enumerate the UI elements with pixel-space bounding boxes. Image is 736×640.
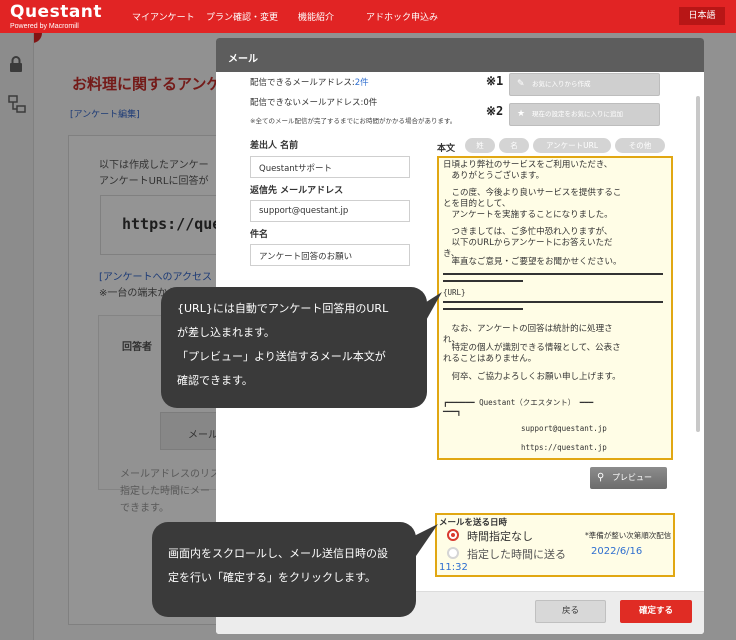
callout-line: 定を行い「確定する」をクリックします。 (168, 571, 376, 584)
subject-label: 件名 (250, 230, 269, 240)
modal-header: メール (216, 38, 704, 72)
star-icon: ★ (517, 109, 526, 119)
body-divider (443, 308, 523, 310)
reply-to-input[interactable]: support@questant.jp (250, 200, 410, 222)
language-selector[interactable]: 日本語 (679, 7, 725, 25)
magnifier-icon: ⚲ (597, 472, 605, 483)
body-divider (443, 280, 523, 282)
sendable-count-link[interactable]: 2件 (355, 78, 369, 88)
no-time-label: 時間指定なし (467, 530, 533, 543)
scroll-callout: 画面内をスクロールし、メール送信日時の設 定を行い「確定する」をクリックします。 (152, 522, 416, 617)
callout-line: 確認できます。 (177, 374, 253, 387)
questant-logo[interactable]: Questant Powered by Macromill (8, 2, 112, 35)
url-placeholder: {URL} (443, 288, 466, 297)
mail-body-textarea[interactable]: 日頃より弊社のサービスをご利用いただき、 ありがとうございます。 この度、今後よ… (437, 156, 673, 460)
callout-line: 「プレビュー」より送信するメール本文が (177, 350, 386, 363)
preview-button[interactable]: ⚲ プレビュー (590, 467, 667, 489)
callout-line: 画面内をスクロールし、メール送信日時の設 (168, 547, 388, 560)
nav-features[interactable]: 機能紹介 (298, 10, 334, 23)
body-line: 率直なご意見・ご要望をお聞かせください。 (443, 257, 622, 267)
modal-title: メール (228, 54, 258, 65)
unsendable-count: 配信できないメールアドレス:0件 (250, 98, 378, 108)
create-from-favorite-button[interactable]: ✎ お気に入りから作成 (509, 73, 660, 96)
nav-plan[interactable]: プラン確認・変更 (206, 10, 278, 23)
signature-border: ┏━━━━━━ Questant（クエスタント） ━━━ (443, 398, 594, 407)
body-label: 本文 (437, 144, 456, 154)
body-line: ありがとうございます。 (443, 171, 545, 181)
body-line: 以下のURLからアンケートにお答えいただ (443, 238, 613, 248)
url-callout: {URL}には自動でアンケート回答用のURL が差し込まれます。 「プレビュー」… (161, 287, 427, 408)
signature-url: https://questant.jp (521, 443, 607, 452)
scheduled-date[interactable]: 2022/6/16 (591, 546, 642, 557)
save-favorite-button[interactable]: ★ 現在の設定をお気に入りに追加 (509, 103, 660, 126)
body-divider (443, 301, 663, 303)
marker-1: ※1 (486, 74, 504, 88)
no-time-note: *準備が整い次第順次配信 (585, 531, 672, 540)
no-time-radio[interactable] (447, 529, 459, 541)
send-time-section: メールを送る日時 時間指定なし *準備が整い次第順次配信 指定した時間に送る 2… (435, 513, 675, 577)
sender-name-input[interactable]: Questantサポート (250, 156, 410, 178)
callout-line: {URL}には自動でアンケート回答用のURL (177, 302, 389, 315)
insert-other-chip[interactable]: その他 (615, 138, 665, 153)
body-line: れることはありません。 (443, 354, 537, 364)
body-line: なお、アンケートの回答は統計的に処理さ (443, 324, 613, 334)
body-line: アンケートを実施することになりました。 (443, 210, 613, 220)
signature-email: support@questant.jp (521, 424, 607, 433)
sender-name-label: 差出人 名前 (250, 141, 299, 151)
sendable-count: 配信できるメールアドレス:2件 (250, 78, 369, 88)
scheduled-radio[interactable] (447, 547, 459, 559)
top-navigation-bar: Questant Powered by Macromill マイアンケート プラ… (0, 0, 736, 35)
nav-adhoc[interactable]: アドホック申込み (366, 10, 438, 23)
back-button[interactable]: 戻る (535, 600, 606, 623)
logo-tagline: Powered by Macromill (10, 23, 79, 30)
subject-input[interactable]: アンケート回答のお願い (250, 244, 410, 266)
nav-my-survey[interactable]: マイアンケート (132, 10, 195, 23)
body-divider (443, 273, 663, 275)
delivery-notice: ※全てのメール配信が完了するまでにお時間がかかる場合があります。 (250, 117, 457, 125)
marker-2: ※2 (486, 104, 504, 118)
url-callout-pointer (420, 292, 442, 324)
reply-to-label: 返信先 メールアドレス (250, 186, 344, 196)
insert-last-name-chip[interactable]: 姓 (465, 138, 495, 153)
logo-wordmark: Questant (10, 2, 103, 22)
pencil-icon: ✎ (517, 79, 525, 89)
insert-first-name-chip[interactable]: 名 (499, 138, 529, 153)
insert-url-chip[interactable]: アンケートURL (533, 138, 611, 153)
body-line: 何卒、ご協力よろしくお願い申し上げます。 (443, 372, 621, 382)
confirm-button[interactable]: 確定する (620, 600, 692, 623)
scheduled-label: 指定した時間に送る (467, 548, 566, 561)
callout-line: が差し込まれます。 (177, 326, 275, 339)
scroll-callout-pointer (410, 524, 438, 556)
modal-scrollbar-thumb[interactable] (696, 96, 700, 432)
signature-border: ━━━┓ (443, 407, 462, 416)
scheduled-time[interactable]: 11:32 (439, 562, 468, 573)
send-time-title: メールを送る日時 (439, 518, 508, 528)
